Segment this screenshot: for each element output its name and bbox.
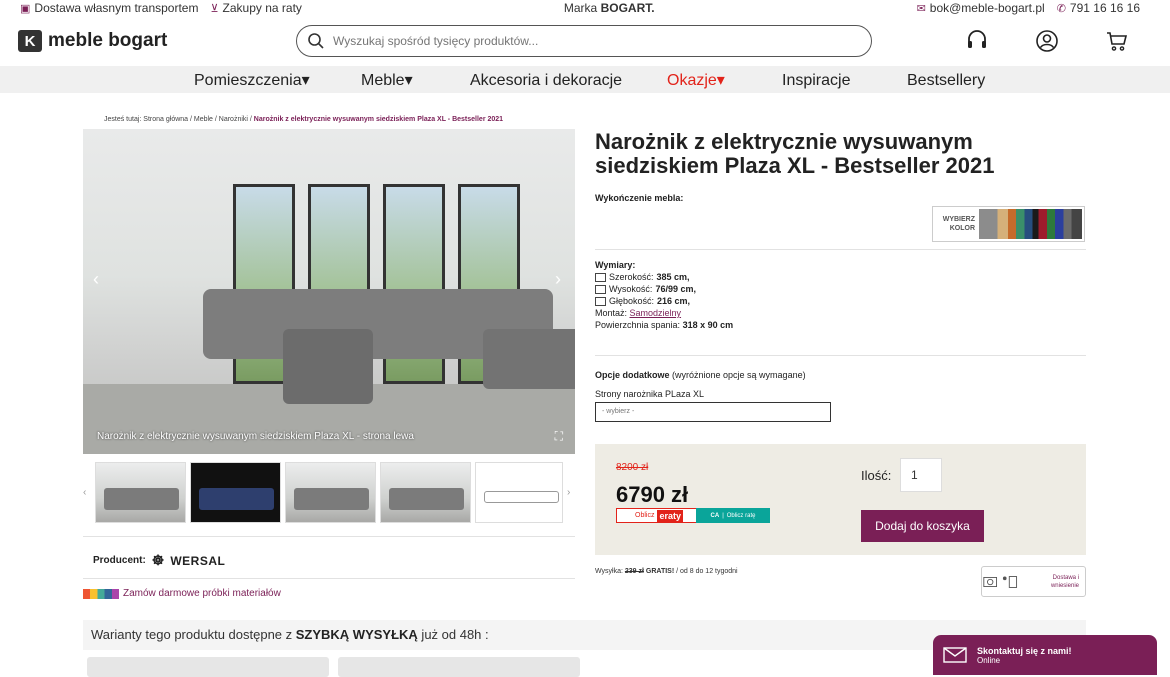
- add-to-cart-button[interactable]: Dodaj do koszyka: [861, 510, 984, 542]
- divider: [83, 536, 575, 537]
- variant-card[interactable]: [338, 657, 580, 677]
- phone-icon: ✆: [1056, 2, 1066, 15]
- delivery-text: Dostawa własnym transportem: [34, 1, 199, 15]
- fullscreen-icon[interactable]: ⛶: [555, 429, 563, 444]
- support-icon[interactable]: [964, 28, 990, 54]
- mail-icon: ✉: [916, 2, 926, 15]
- thumbnail[interactable]: [380, 461, 471, 523]
- delivery-carry-icon: [983, 575, 1018, 588]
- envelope-icon: [943, 647, 967, 663]
- variant-card[interactable]: [87, 657, 329, 677]
- finish-label: Wykończenie mebla:: [595, 193, 684, 203]
- producer-logo[interactable]: WERSAL: [170, 554, 225, 568]
- contact-status: Online: [977, 655, 1001, 665]
- ca-logo-icon: CA: [710, 512, 720, 519]
- logo[interactable]: K meble bogart: [18, 30, 296, 52]
- assembly-link[interactable]: Samodzielny: [630, 308, 682, 318]
- cart-small-icon: ⊻: [210, 2, 219, 15]
- installments-link[interactable]: ⊻ Zakupy na raty: [210, 1, 301, 15]
- account-icon[interactable]: [1034, 28, 1060, 54]
- thumbnail[interactable]: [95, 461, 186, 523]
- fabric-samples-icon: [83, 588, 119, 599]
- old-price: 8200 zł: [616, 462, 649, 473]
- truck-icon: ▣: [20, 2, 31, 15]
- phone-link[interactable]: ✆ 791 16 16 16: [1057, 1, 1140, 15]
- divider: [595, 249, 1086, 250]
- thumb-prev-icon[interactable]: ‹: [83, 487, 91, 498]
- breadcrumb[interactable]: Jesteś tutaj: Strona główna / Meble / Na…: [104, 116, 503, 123]
- color-swatch-strip: [979, 209, 1082, 239]
- sides-select[interactable]: - wybierz -: [595, 402, 831, 422]
- contact-title: Skontaktuj się z nami!: [977, 645, 1072, 656]
- image-caption: Narożnik z elektrycznie wysuwanym siedzi…: [97, 431, 414, 442]
- logo-text: meble bogart: [48, 30, 168, 51]
- eraty-button[interactable]: Oblicz eraty: [616, 508, 702, 523]
- header: K meble bogart: [0, 16, 1170, 66]
- brand-tagline: Marka BOGART.: [563, 1, 655, 15]
- additional-options: Opcje dodatkowe (wyróżnione opcje są wym…: [595, 366, 806, 404]
- dims-label: Wymiary:: [595, 260, 636, 270]
- thumbnail-strip: ‹ ›: [83, 460, 575, 524]
- quantity-input[interactable]: 1: [900, 458, 942, 492]
- search-input[interactable]: [333, 34, 861, 48]
- sofa-chaise: [483, 329, 575, 389]
- height-icon: [595, 284, 606, 294]
- delivery-badge-text: Dostawa i wniesienie: [1050, 574, 1079, 589]
- thumb-next-icon[interactable]: ›: [567, 487, 575, 498]
- nav-item-bestsellers[interactable]: Bestsellery: [907, 67, 985, 94]
- search-bar[interactable]: [296, 25, 872, 57]
- free-samples-link[interactable]: Zamów darmowe próbki materiałów: [83, 588, 281, 599]
- price-box: 8200 zł 6790 zł Oblicz eraty CA | Oblicz ra…: [595, 444, 1086, 555]
- producer: Producent: ☸ WERSAL: [93, 552, 225, 569]
- topbar: ▣ Dostawa własnym transportem ⊻ Zakupy n…: [0, 0, 1170, 16]
- thumbnail[interactable]: [285, 461, 376, 523]
- product-main-image[interactable]: ‹ › Narożnik z elektrycznie wysuwanym si…: [83, 129, 575, 454]
- nav-item-inspiration[interactable]: Inspiracje: [782, 67, 850, 94]
- current-price: 6790 zł: [616, 482, 689, 507]
- thumbnail[interactable]: [190, 461, 281, 523]
- contact-widget[interactable]: Skontaktuj się z nami! Online: [933, 635, 1157, 675]
- product-title: Narożnik z elektrycznie wysuwanym siedzi…: [595, 129, 995, 178]
- samples-text: Zamów darmowe próbki materiałów: [123, 588, 281, 599]
- installments-text: Zakupy na raty: [222, 1, 302, 15]
- shipping-info: Wysyłka: 239 zł GRATIS! / od 8 do 12 tyg…: [595, 568, 738, 575]
- cart-icon[interactable]: [1104, 28, 1130, 54]
- nav-item-furniture[interactable]: Meble▾: [361, 67, 413, 94]
- nav-item-accessories[interactable]: Akcesoria i dekoracje: [470, 67, 622, 94]
- credit-calculator-button[interactable]: CA | Oblicz ratę: [696, 508, 770, 523]
- delivery-link[interactable]: ▣ Dostawa własnym transportem: [20, 1, 198, 15]
- divider: [595, 355, 1086, 356]
- email-link[interactable]: ✉ bok@meble-bogart.pl: [917, 1, 1045, 15]
- producer-label: Producent:: [93, 555, 146, 566]
- thumbnail-drawing[interactable]: [475, 461, 563, 523]
- next-image-icon[interactable]: ›: [555, 269, 561, 290]
- phone-text: 791 16 16 16: [1069, 1, 1140, 15]
- divider: [83, 578, 575, 579]
- width-icon: [595, 272, 606, 282]
- email-text: bok@meble-bogart.pl: [929, 1, 1045, 15]
- color-picker-label: WYBIERZ KOLOR: [942, 216, 975, 232]
- search-icon[interactable]: [307, 32, 325, 50]
- color-picker[interactable]: WYBIERZ KOLOR: [932, 206, 1085, 242]
- logo-icon: K: [18, 30, 42, 52]
- sofa-corner: [283, 329, 373, 404]
- nav-item-deals[interactable]: Okazje▾: [667, 67, 725, 94]
- prev-image-icon[interactable]: ‹: [93, 269, 99, 290]
- dimensions: Wymiary: Szerokość: 385 cm, Wysokość: 76…: [595, 260, 734, 330]
- lion-icon: ☸: [151, 552, 165, 568]
- quantity-label: Ilość:: [861, 468, 892, 483]
- nav-item-rooms[interactable]: Pomieszczenia▾: [194, 67, 310, 94]
- depth-icon: [595, 296, 606, 306]
- delivery-badge: Dostawa i wniesienie: [981, 566, 1086, 597]
